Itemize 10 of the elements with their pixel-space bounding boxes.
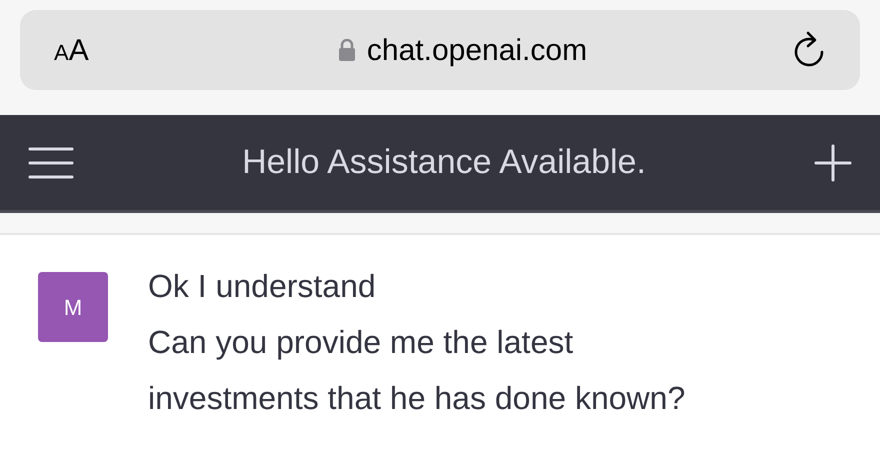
lock-icon bbox=[338, 39, 355, 61]
menu-icon[interactable] bbox=[28, 146, 74, 178]
message-text: Ok I understand bbox=[148, 267, 377, 306]
message-text: Can you provide me the latest investments that he has done known? bbox=[148, 323, 686, 418]
url-text[interactable]: chat.openai.com bbox=[366, 28, 588, 72]
user-avatar: M bbox=[38, 272, 108, 342]
text-size-button[interactable]: AA bbox=[54, 28, 134, 72]
plus-icon[interactable] bbox=[814, 144, 852, 182]
header-title: Hello Assistance Available. bbox=[242, 142, 646, 183]
address-bar[interactable]: AA chat.openai.com bbox=[20, 10, 860, 90]
